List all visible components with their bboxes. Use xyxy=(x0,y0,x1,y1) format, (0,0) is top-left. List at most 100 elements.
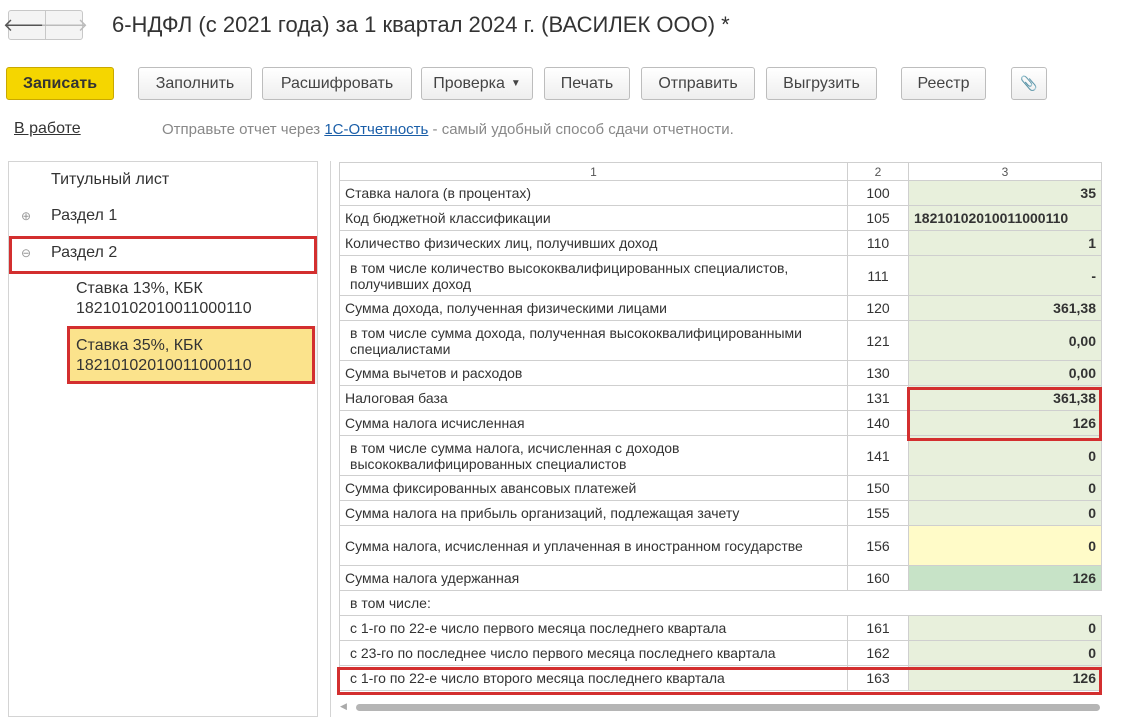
hint-suffix: - самый удобный способ сдачи отчетности. xyxy=(428,121,734,138)
tree-item-label: Ставка 13%, КБК xyxy=(76,280,203,297)
row-label: Налоговая база xyxy=(339,385,848,411)
table-row: в том числе сумма дохода, полученная выс… xyxy=(339,320,1102,361)
row-label: Сумма вычетов и расходов xyxy=(339,360,848,386)
row-label: Сумма налога исчисленная xyxy=(339,410,848,436)
row-code: 141 xyxy=(847,435,909,476)
value-cell[interactable]: 35 xyxy=(908,180,1102,206)
highlight-box xyxy=(907,387,1102,441)
table-row: Сумма налога удержанная 160 126 xyxy=(339,565,1102,591)
column-header: 3 xyxy=(908,162,1102,181)
row-code: 155 xyxy=(847,500,909,526)
value-cell[interactable]: - xyxy=(908,255,1102,296)
value-cell[interactable]: 18210102010011000110 xyxy=(908,205,1102,231)
save-button[interactable]: Записать xyxy=(6,67,114,100)
row-code: 105 xyxy=(847,205,909,231)
row-code: 161 xyxy=(847,615,909,641)
row-label: в том числе сумма дохода, полученная выс… xyxy=(339,320,848,361)
scroll-left-icon[interactable]: ◀ xyxy=(340,701,347,712)
tree-item-kbk: 18210102010011000110 xyxy=(76,357,252,374)
paperclip-icon: 📎 xyxy=(1020,75,1038,91)
check-dropdown-button[interactable]: Проверка ▼ xyxy=(421,67,533,100)
row-code: 110 xyxy=(847,230,909,256)
tree-item-kbk: 18210102010011000110 xyxy=(76,300,252,317)
row-label: Ставка налога (в процентах) xyxy=(339,180,848,206)
table-row: в том числе: xyxy=(339,590,1102,616)
row-label: в том числе: xyxy=(339,590,1102,616)
tree-item-label: Раздел 1 xyxy=(51,207,118,224)
row-label: с 23-го по последнее число первого месяц… xyxy=(339,640,848,666)
value-cell[interactable]: 0 xyxy=(908,475,1102,501)
row-label: с 1-го по 22-е число первого месяца посл… xyxy=(339,615,848,641)
send-button[interactable]: Отправить xyxy=(641,67,755,100)
table-row: с 1-го по 22-е число первого месяца посл… xyxy=(339,615,1102,641)
column-header: 1 xyxy=(339,162,848,181)
table-row: Код бюджетной классификации 105 1821010201… xyxy=(339,205,1102,231)
row-label: в том числе количество высококвалифициро… xyxy=(339,255,848,296)
sections-tree: Титульный лист ⊕ Раздел 1 ⊖ Раздел 2 Ста… xyxy=(8,161,318,717)
tree-item-label: Ставка 35%, КБК xyxy=(76,337,203,354)
value-cell[interactable]: 0 xyxy=(908,640,1102,666)
value-cell[interactable]: 0 xyxy=(908,435,1102,476)
print-button[interactable]: Печать xyxy=(544,67,630,100)
chevron-down-icon: ▼ xyxy=(510,78,521,89)
scrollbar-thumb[interactable] xyxy=(356,704,1100,711)
tree-item-label: Раздел 2 xyxy=(51,244,118,261)
table-row: Ставка налога (в процентах) 100 35 xyxy=(339,180,1102,206)
decode-button[interactable]: Расшифровать xyxy=(262,67,412,100)
row-code: 111 xyxy=(847,255,909,296)
row-code: 160 xyxy=(847,565,909,591)
row-label: Код бюджетной классификации xyxy=(339,205,848,231)
value-cell[interactable]: 126 xyxy=(908,565,1102,591)
hint-text: Отправьте отчет через 1С-Отчетность - са… xyxy=(162,121,734,138)
value-cell[interactable]: 0,00 xyxy=(908,320,1102,361)
table-row: с 23-го по последнее число первого месяц… xyxy=(339,640,1102,666)
row-label: в том числе сумма налога, исчисленная с … xyxy=(339,435,848,476)
row-label: Количество физических лиц, получивших до… xyxy=(339,230,848,256)
value-cell[interactable]: 0 xyxy=(908,615,1102,641)
export-button[interactable]: Выгрузить xyxy=(766,67,877,100)
forward-button[interactable]: 🡒 xyxy=(40,10,88,40)
table-row: в том числе количество высококвалифициро… xyxy=(339,255,1102,296)
reporting-link[interactable]: 1С-Отчетность xyxy=(324,121,428,138)
tree-item-rate35[interactable]: Ставка 35%, КБК 18210102010011000110 xyxy=(67,326,315,384)
row-code: 150 xyxy=(847,475,909,501)
row-label: Сумма налога, исчисленная и уплаченная в… xyxy=(339,525,848,566)
value-cell[interactable]: 0,00 xyxy=(908,360,1102,386)
row-code: 131 xyxy=(847,385,909,411)
value-cell[interactable]: 0 xyxy=(908,500,1102,526)
table-row: Сумма налога на прибыль организаций, под… xyxy=(339,500,1102,526)
table-row: Сумма дохода, полученная физическими лиц… xyxy=(339,295,1102,321)
fill-button[interactable]: Заполнить xyxy=(138,67,252,100)
horizontal-scrollbar[interactable]: ◀ xyxy=(338,701,1100,713)
collapse-icon[interactable]: ⊖ xyxy=(21,246,31,260)
value-cell[interactable]: 1 xyxy=(908,230,1102,256)
tree-item-title-page[interactable]: Титульный лист xyxy=(51,171,311,189)
tree-item-rate13[interactable]: Ставка 13%, КБК 18210102010011000110 xyxy=(76,279,311,319)
attach-button[interactable]: 📎 xyxy=(1011,67,1047,100)
window-title: 6-НДФЛ (с 2021 года) за 1 квартал 2024 г… xyxy=(112,12,730,37)
hint-prefix: Отправьте отчет через xyxy=(162,121,325,138)
row-code: 162 xyxy=(847,640,909,666)
expand-icon[interactable]: ⊕ xyxy=(21,209,31,223)
row-label: Сумма дохода, полученная физическими лиц… xyxy=(339,295,848,321)
value-cell[interactable]: 0 xyxy=(908,525,1102,566)
registry-button[interactable]: Реестр xyxy=(901,67,986,100)
row-label: Сумма налога на прибыль организаций, под… xyxy=(339,500,848,526)
status-link[interactable]: В работе xyxy=(14,120,81,138)
table-row: Сумма вычетов и расходов 130 0,00 xyxy=(339,360,1102,386)
table-row: Сумма налога, исчисленная и уплаченная в… xyxy=(339,525,1102,566)
table-row: Сумма фиксированных авансовых платежей 15… xyxy=(339,475,1102,501)
table-row: в том числе сумма налога, исчисленная с … xyxy=(339,435,1102,476)
row-code: 120 xyxy=(847,295,909,321)
table-row: Количество физических лиц, получивших до… xyxy=(339,230,1102,256)
check-label: Проверка xyxy=(433,74,505,92)
table-header-row: 123 xyxy=(339,162,1102,181)
highlight-box xyxy=(337,667,1102,695)
row-code: 140 xyxy=(847,410,909,436)
row-code: 100 xyxy=(847,180,909,206)
row-code: 156 xyxy=(847,525,909,566)
value-cell[interactable]: 361,38 xyxy=(908,295,1102,321)
row-code: 121 xyxy=(847,320,909,361)
column-header: 2 xyxy=(847,162,909,181)
row-label: Сумма налога удержанная xyxy=(339,565,848,591)
